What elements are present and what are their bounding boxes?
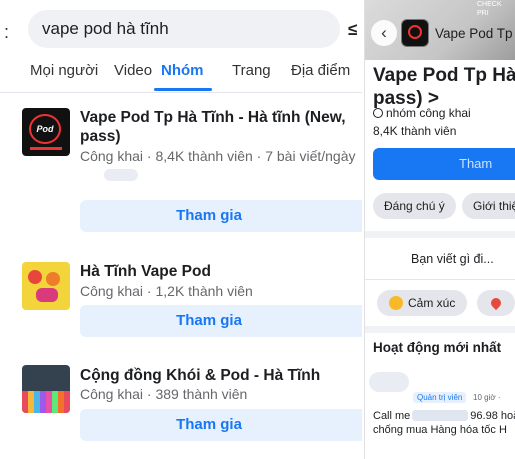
header-group-name: Vape Pod Tp bbox=[435, 26, 513, 41]
group-title[interactable]: Cộng đồng Khói & Pod - Hà Tĩnh bbox=[80, 366, 320, 385]
join-button[interactable]: Tham gia bbox=[80, 305, 362, 337]
result-tabs: Mọi người Video Nhóm Trang Địa điểm bbox=[0, 62, 362, 88]
active-tab-indicator bbox=[154, 88, 212, 91]
join-group-button[interactable]: Tham bbox=[373, 148, 515, 180]
tab-pages[interactable]: Trang bbox=[232, 62, 271, 79]
pod-logo-text: Pod bbox=[29, 114, 61, 144]
group-meta: Công khai · 389 thành viên bbox=[80, 386, 248, 402]
back-arrow-icon[interactable]: : bbox=[4, 22, 9, 43]
search-input[interactable]: vape pod hà tĩnh bbox=[28, 10, 340, 48]
group-meta: Công khai · 8,4K thành viên · 7 bài viết… bbox=[80, 148, 356, 164]
post-text[interactable]: Call me 96.98 hoặ chống mua Hàng hóa tốc … bbox=[373, 409, 515, 437]
group-meta: Công khai · 1,2K thành viên bbox=[80, 283, 253, 299]
tabs-divider bbox=[0, 92, 362, 93]
search-results-panel: : vape pod hà tĩnh ≤ Mọi người Video Nhó… bbox=[0, 0, 362, 459]
smiley-icon bbox=[389, 296, 403, 310]
join-button[interactable]: Tham gia bbox=[80, 409, 362, 441]
tab-people[interactable]: Mọi người bbox=[30, 62, 98, 79]
group-privacy: nhóm công khai bbox=[373, 106, 471, 120]
group-avatar[interactable] bbox=[22, 262, 70, 310]
composer-input[interactable]: Bạn viết gì đi... bbox=[411, 252, 494, 266]
globe-icon bbox=[373, 108, 383, 118]
search-query[interactable]: vape pod hà tĩnh bbox=[42, 19, 169, 39]
group-title[interactable]: Vape Pod Tp Hà Tĩnh - Hà tĩnh (New, bbox=[80, 108, 346, 127]
location-pin-icon bbox=[488, 295, 504, 311]
check-in-button[interactable] bbox=[477, 290, 515, 316]
tab-featured[interactable]: Đáng chú ý bbox=[373, 193, 456, 219]
search-filter-icon[interactable]: ≤ bbox=[348, 20, 357, 40]
section-title: Hoạt động mới nhất bbox=[373, 340, 502, 355]
tab-groups[interactable]: Nhóm bbox=[161, 62, 204, 79]
group-avatar[interactable] bbox=[22, 365, 70, 413]
group-title[interactable]: Hà Tĩnh Vape Pod bbox=[80, 262, 211, 281]
group-detail-panel: CHECK PRI ‹ Vape Pod Tp Vape Pod Tp Hà T… bbox=[364, 0, 515, 459]
blurred-content bbox=[104, 169, 138, 181]
group-title-cont[interactable]: pass) bbox=[80, 127, 121, 146]
back-button[interactable]: ‹ bbox=[371, 20, 397, 46]
post-author-blurred bbox=[369, 372, 409, 392]
group-avatar-small bbox=[401, 19, 429, 47]
admin-badge: Quản trị viên bbox=[413, 392, 467, 403]
tab-about[interactable]: Giới thiệ bbox=[462, 193, 515, 219]
member-count: 8,4K thành viên bbox=[373, 124, 457, 138]
tab-video[interactable]: Video bbox=[114, 62, 152, 79]
post-time: 10 giờ · bbox=[473, 393, 501, 402]
group-avatar[interactable]: Pod bbox=[22, 108, 70, 156]
group-title: Vape Pod Tp Hà T pass) > bbox=[373, 65, 515, 109]
feeling-button[interactable]: Cảm xúc bbox=[377, 290, 468, 316]
tab-places[interactable]: Địa điểm bbox=[291, 62, 350, 79]
join-button[interactable]: Tham gia bbox=[80, 200, 362, 232]
